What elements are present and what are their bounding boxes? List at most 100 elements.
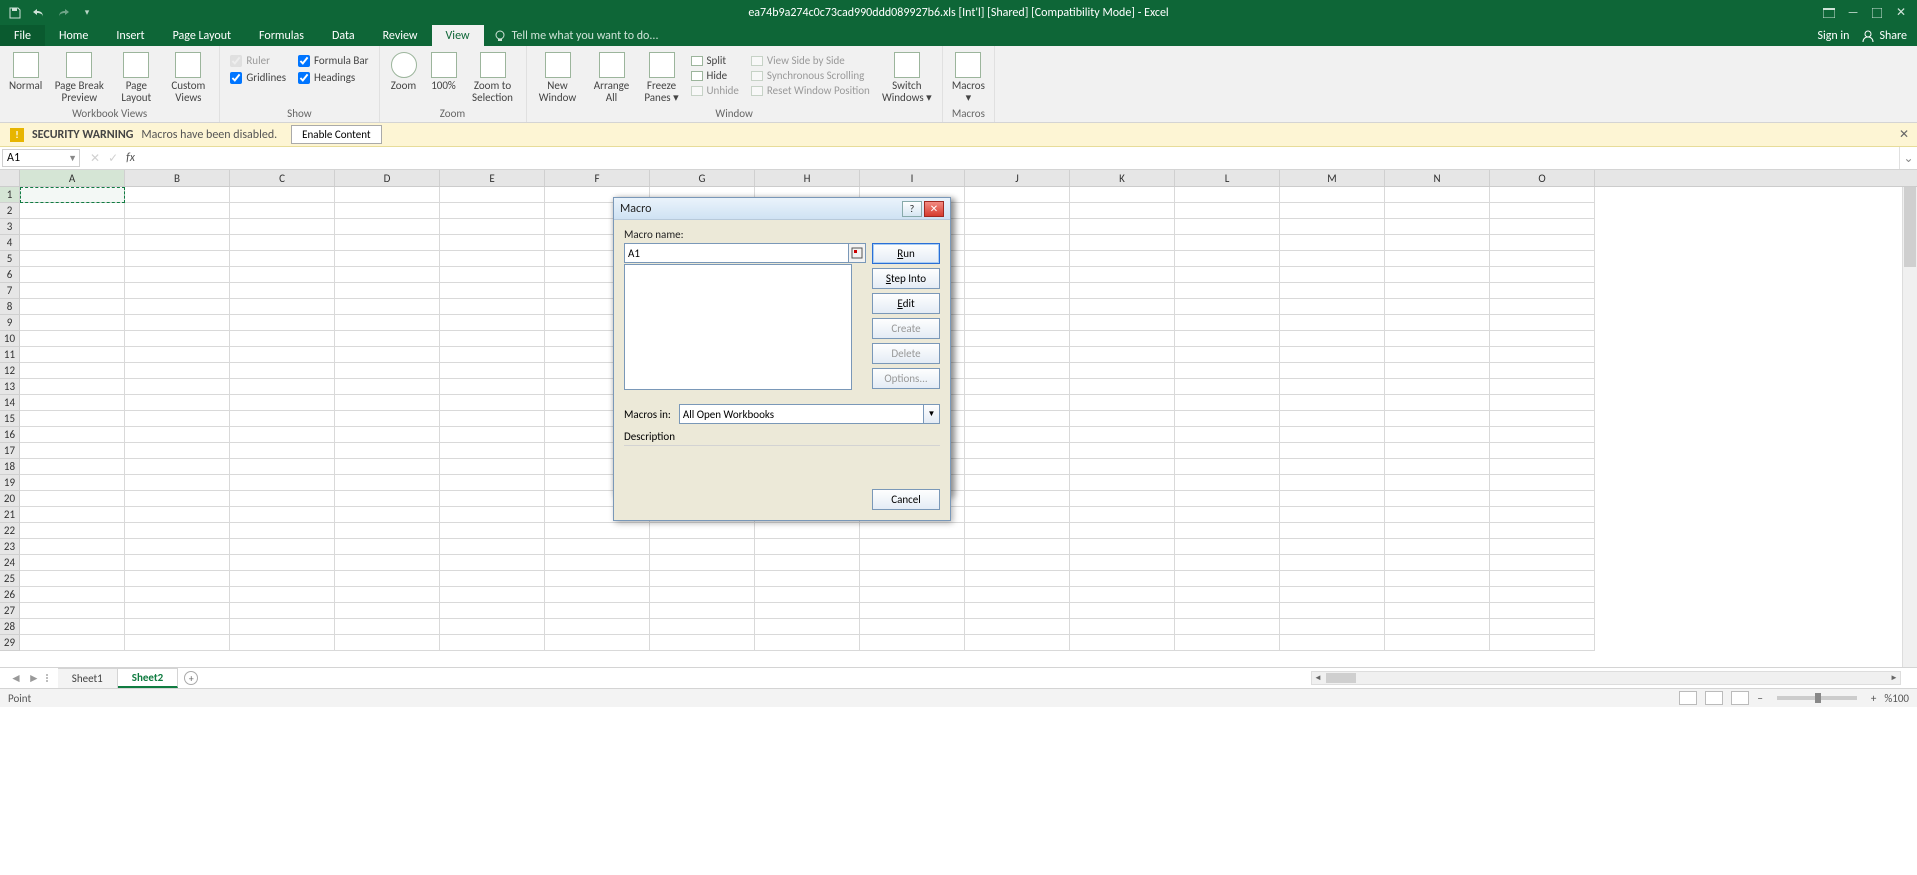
vertical-scrollbar[interactable] [1902,187,1917,667]
cell[interactable] [440,523,545,539]
cell[interactable] [650,603,755,619]
cell[interactable] [1490,555,1595,571]
cell[interactable] [1070,555,1175,571]
cell[interactable] [965,491,1070,507]
headings-checkbox[interactable]: Headings [298,71,368,84]
column-header[interactable]: O [1490,170,1595,186]
cell[interactable] [1175,219,1280,235]
cell[interactable] [1385,347,1490,363]
cell[interactable] [335,203,440,219]
cell[interactable] [230,587,335,603]
cell[interactable] [230,267,335,283]
cell[interactable] [125,475,230,491]
cell[interactable] [755,539,860,555]
column-header[interactable]: D [335,170,440,186]
cell[interactable] [125,251,230,267]
cell[interactable] [965,203,1070,219]
cell[interactable] [1280,587,1385,603]
cell[interactable] [230,571,335,587]
scroll-right-icon[interactable]: ► [1888,672,1900,684]
cell[interactable] [20,507,125,523]
ruler-checkbox[interactable]: Ruler [230,54,286,67]
cell[interactable] [1490,427,1595,443]
cell[interactable] [1385,411,1490,427]
cell[interactable] [545,523,650,539]
cell[interactable] [755,635,860,651]
cell[interactable] [1280,363,1385,379]
cell[interactable] [1070,619,1175,635]
cell[interactable] [440,635,545,651]
cell[interactable] [755,587,860,603]
row-header[interactable]: 11 [0,347,20,363]
column-header[interactable]: L [1175,170,1280,186]
cell[interactable] [230,299,335,315]
zoom-level[interactable]: %100 [1884,692,1909,705]
zoom-knob[interactable] [1815,693,1821,703]
cell[interactable] [1175,267,1280,283]
cell[interactable] [230,523,335,539]
cell[interactable] [230,283,335,299]
fx-icon[interactable]: fx [126,151,141,165]
cell[interactable] [1070,571,1175,587]
cell[interactable] [860,571,965,587]
cell[interactable] [20,635,125,651]
cell[interactable] [1280,635,1385,651]
cell[interactable] [20,363,125,379]
cell[interactable] [1385,203,1490,219]
dialog-titlebar[interactable]: Macro ? ✕ [614,198,950,220]
row-header[interactable]: 27 [0,603,20,619]
cell[interactable] [230,491,335,507]
cell[interactable] [1070,539,1175,555]
cell[interactable] [440,363,545,379]
row-header[interactable]: 25 [0,571,20,587]
cell[interactable] [20,475,125,491]
cell[interactable] [440,395,545,411]
cell[interactable] [125,427,230,443]
cell[interactable] [125,379,230,395]
sheet-nav-prev-icon[interactable]: ◄ [10,671,22,686]
cell[interactable] [755,523,860,539]
cell[interactable] [1280,379,1385,395]
cell[interactable] [1280,219,1385,235]
edit-button[interactable]: Edit [872,293,940,314]
cell[interactable] [230,235,335,251]
cell[interactable] [440,347,545,363]
sign-in-link[interactable]: Sign in [1817,29,1849,43]
cell[interactable] [755,603,860,619]
cell[interactable] [230,203,335,219]
cell[interactable] [1490,635,1595,651]
split-button[interactable]: Split [691,54,739,67]
tell-me-search[interactable]: Tell me what you want to do... [494,25,659,46]
column-header[interactable]: K [1070,170,1175,186]
cell[interactable] [650,635,755,651]
zoom-button[interactable]: Zoom [386,48,422,92]
cell[interactable] [965,251,1070,267]
cell[interactable] [20,219,125,235]
cell[interactable] [230,619,335,635]
cell[interactable] [230,331,335,347]
sheet-nav-more-icon[interactable] [46,674,48,682]
sheet-nav-next-icon[interactable]: ► [28,671,40,686]
cell[interactable] [1490,395,1595,411]
cell[interactable] [1070,443,1175,459]
cell[interactable] [1175,523,1280,539]
cell[interactable] [1175,635,1280,651]
cell[interactable] [335,267,440,283]
tab-insert[interactable]: Insert [102,25,158,46]
cell[interactable] [125,491,230,507]
macros-button[interactable]: Macros▾ [949,48,988,104]
cell[interactable] [1070,603,1175,619]
cell[interactable] [440,235,545,251]
cell[interactable] [860,539,965,555]
cell[interactable] [1385,283,1490,299]
cell[interactable] [440,555,545,571]
cell[interactable] [1175,427,1280,443]
cell[interactable] [1175,395,1280,411]
cell[interactable] [1175,299,1280,315]
zoom-out-icon[interactable]: − [1757,692,1762,705]
cell[interactable] [1175,203,1280,219]
cell[interactable] [440,491,545,507]
cell[interactable] [440,411,545,427]
dialog-help-button[interactable]: ? [902,201,922,217]
formula-bar-checkbox[interactable]: Formula Bar [298,54,368,67]
